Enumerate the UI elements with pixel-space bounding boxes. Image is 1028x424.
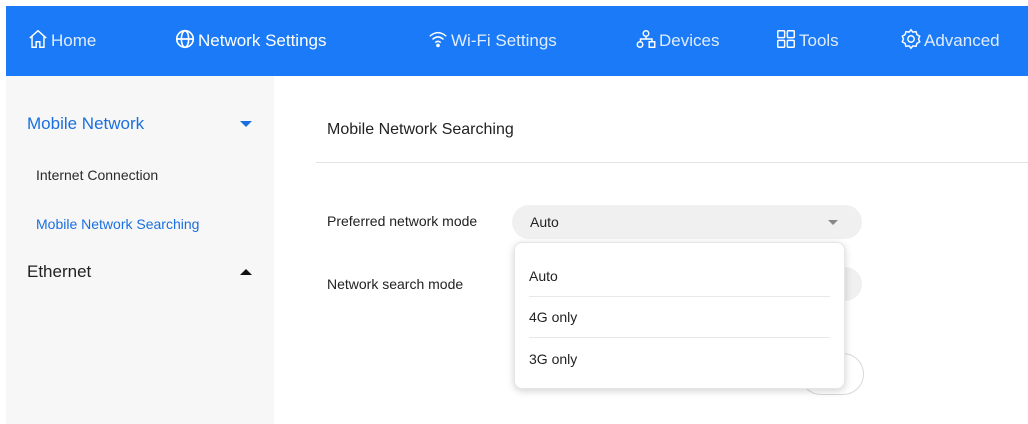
- nav-home[interactable]: Home: [27, 6, 96, 76]
- sidebar-group-mobile-network[interactable]: Mobile Network: [27, 114, 252, 134]
- nav-wifi-settings-label: Wi-Fi Settings: [451, 31, 557, 50]
- nav-advanced[interactable]: Advanced: [900, 6, 1000, 76]
- nav-devices-label: Devices: [659, 31, 720, 50]
- nav-home-label: Home: [51, 31, 97, 50]
- sidebar: Mobile Network Internet Connection Mobil…: [6, 76, 274, 424]
- sidebar-item-mobile-network-searching[interactable]: Mobile Network Searching: [36, 216, 199, 232]
- page-title: Mobile Network Searching: [327, 121, 514, 138]
- dropdown-option-4g-only[interactable]: 4G only: [529, 297, 830, 338]
- divider: [316, 162, 1028, 163]
- option-label: 3G only: [529, 350, 578, 367]
- dropdown-option-3g-only[interactable]: 3G only: [529, 338, 830, 379]
- sidebar-item-internet-connection[interactable]: Internet Connection: [36, 167, 158, 183]
- select-value: Auto: [530, 214, 559, 230]
- home-icon: [27, 28, 51, 55]
- dropdown-option-auto[interactable]: Auto: [529, 256, 830, 297]
- nav-tools[interactable]: Tools: [775, 6, 839, 76]
- nav-devices[interactable]: Devices: [635, 6, 719, 76]
- nav-advanced-label: Advanced: [924, 31, 1000, 50]
- chevron-down-icon: [828, 220, 838, 225]
- sidebar-group-label: Ethernet: [27, 262, 92, 281]
- network-search-mode-label: Network search mode: [327, 276, 464, 292]
- sidebar-group-ethernet[interactable]: Ethernet: [27, 262, 252, 282]
- nav-wifi-settings[interactable]: Wi-Fi Settings: [427, 6, 557, 76]
- option-label: Auto: [529, 268, 558, 284]
- nav-network-settings-label: Network Settings: [198, 31, 327, 50]
- option-label: 4G only: [529, 309, 578, 325]
- sidebar-group-label: Mobile Network: [27, 114, 145, 133]
- gear-icon: [900, 28, 924, 55]
- sidebar-item-label: Mobile Network Searching: [36, 216, 200, 232]
- caret-down-icon: [240, 121, 252, 127]
- devices-icon: [635, 28, 659, 55]
- nav-tools-label: Tools: [799, 31, 839, 50]
- nav-network-settings[interactable]: Network Settings: [174, 6, 327, 76]
- tools-icon: [775, 28, 799, 55]
- top-nav: Home Network Settings Wi-Fi Settings Dev…: [6, 6, 1028, 76]
- sidebar-item-label: Internet Connection: [36, 167, 159, 183]
- wifi-icon: [427, 28, 451, 55]
- preferred-network-mode-select[interactable]: Auto: [512, 205, 862, 239]
- preferred-network-mode-label: Preferred network mode: [327, 213, 478, 229]
- caret-up-icon: [240, 269, 252, 275]
- network-mode-dropdown: Auto 4G only 3G only: [514, 242, 845, 389]
- globe-icon: [174, 28, 198, 55]
